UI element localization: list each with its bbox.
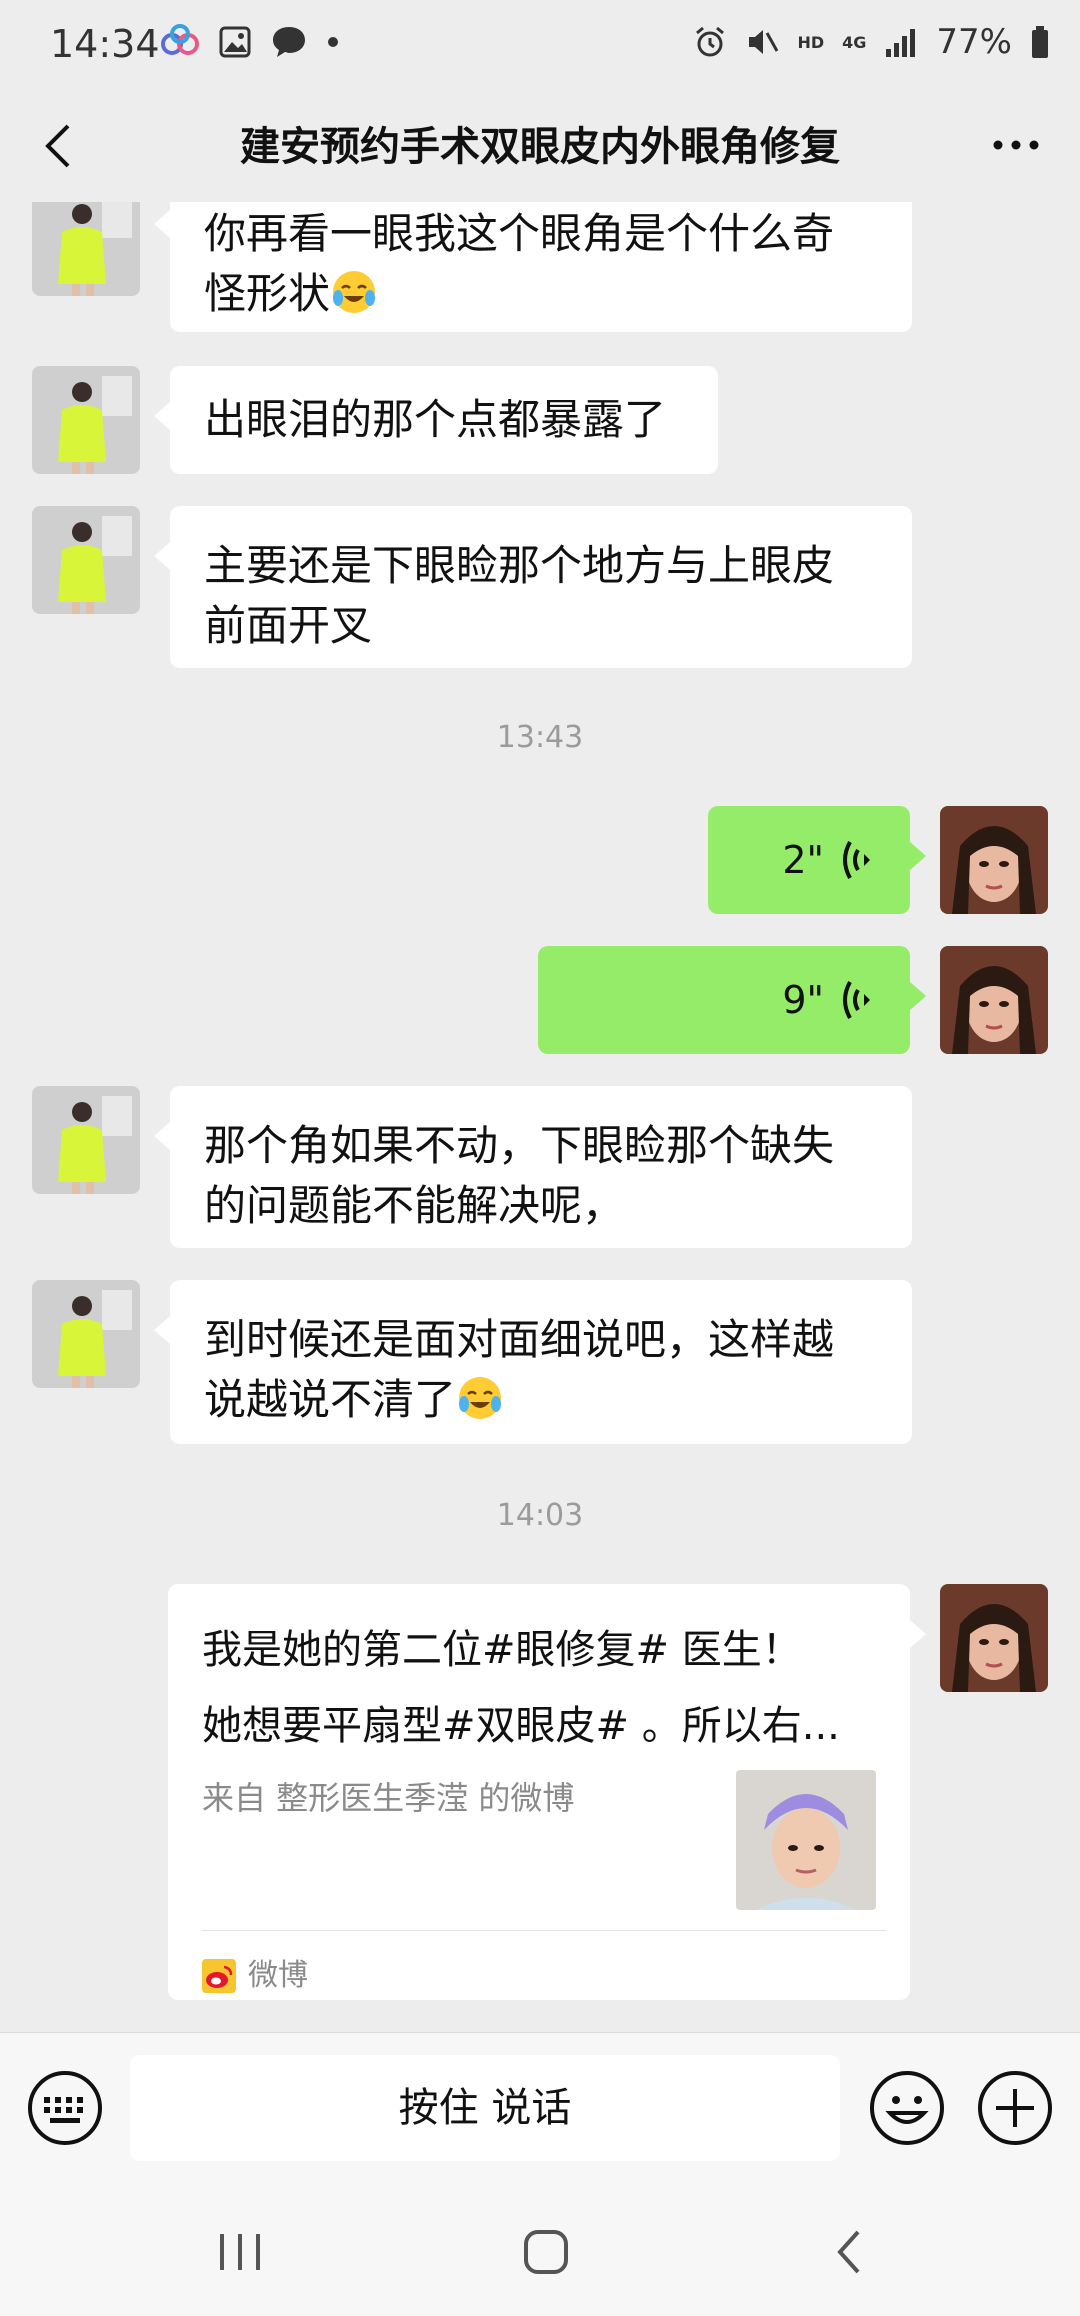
system-navigation-bar	[0, 2182, 1080, 2316]
network-indicator: 4G	[842, 32, 867, 52]
voice-message-bubble[interactable]: 9"	[538, 946, 926, 1054]
card-footer: 微博	[202, 1946, 308, 2006]
dot-icon	[328, 37, 338, 47]
contact-avatar[interactable]	[32, 366, 140, 474]
mute-icon	[749, 30, 779, 54]
message-text: 出眼泪的那个点都暴露了	[204, 395, 667, 444]
card-divider	[202, 1930, 886, 1931]
chat-screen: 14:34 HD 4G 77% 建安预约手术双眼皮内外眼角修复 你再看一眼我这个…	[0, 0, 1080, 2316]
message-bubble[interactable]: 你再看一眼我这个眼角是个什么奇 怪形状	[154, 202, 912, 332]
nav-back-icon[interactable]	[820, 2222, 880, 2282]
voice-wave-icon	[843, 841, 870, 879]
battery-icon	[1032, 26, 1048, 58]
hold-to-talk-button[interactable]: 按住 说话	[130, 2055, 840, 2161]
contact-avatar[interactable]	[32, 1086, 140, 1194]
cloud-app-icon	[161, 24, 199, 55]
message-icon	[273, 27, 305, 57]
card-title-line2: 她想要平扇型#双眼皮# 。所以右...	[202, 1703, 840, 1749]
message-text: 的问题能不能解决呢，	[204, 1181, 625, 1230]
message-text: 到时候还是面对面细说吧，这样越	[204, 1315, 835, 1364]
chat-header: 建安预约手术双眼皮内外眼角修复	[0, 92, 1080, 202]
crying-laughing-emoji-icon	[333, 271, 376, 313]
message-timestamp: 14:03	[496, 1498, 584, 1533]
voice-message-bubble[interactable]: 2"	[708, 806, 926, 914]
gallery-icon	[219, 26, 251, 58]
keyboard-toggle-icon[interactable]	[26, 2069, 104, 2147]
user-avatar[interactable]	[940, 946, 1048, 1054]
message-timestamp: 13:43	[496, 720, 584, 755]
alarm-icon	[696, 26, 725, 57]
message-text: 主要还是下眼睑那个地方与上眼皮	[204, 541, 835, 590]
contact-avatar[interactable]	[32, 1280, 140, 1388]
message-bubble[interactable]: 主要还是下眼睑那个地方与上眼皮 前面开叉	[154, 506, 912, 668]
card-thumbnail	[736, 1770, 876, 1910]
user-avatar[interactable]	[940, 806, 1048, 914]
message-list[interactable]: 你再看一眼我这个眼角是个什么奇 怪形状 出眼泪的那个点都暴露了 主要还是下眼睑那…	[0, 202, 1080, 2032]
message-text: 说越说不清了	[204, 1375, 457, 1424]
message-text: 怪形状	[204, 269, 331, 318]
status-bar: 14:34 HD 4G 77%	[0, 0, 1080, 92]
voice-duration: 2"	[782, 838, 824, 882]
battery-percent: 77%	[936, 22, 1012, 62]
recent-apps-icon[interactable]	[210, 2222, 270, 2282]
status-time: 14:34	[50, 22, 160, 66]
more-functions-plus-icon[interactable]	[976, 2069, 1054, 2147]
chat-title: 建安预约手术双眼皮内外眼角修复	[240, 124, 840, 170]
card-app-name: 微博	[248, 1958, 308, 1993]
message-text: 前面开叉	[204, 601, 373, 650]
message-bubble[interactable]: 到时候还是面对面细说吧，这样越 说越说不清了	[154, 1280, 912, 1444]
input-bar: 按住 说话	[0, 2032, 1080, 2182]
hd-indicator: HD	[797, 32, 825, 52]
message-bubble[interactable]: 那个角如果不动，下眼睑那个缺失 的问题能不能解决呢，	[154, 1086, 912, 1248]
back-arrow-icon[interactable]	[30, 116, 90, 176]
voice-wave-icon	[843, 981, 870, 1019]
contact-avatar[interactable]	[32, 506, 140, 614]
signal-icon	[886, 29, 916, 57]
shared-link-card[interactable]: 我是她的第二位#眼修复# 医生！ 她想要平扇型#双眼皮# 。所以右... 来自 …	[168, 1584, 926, 2000]
crying-laughing-emoji-icon	[459, 1377, 502, 1419]
message-text: 那个角如果不动，下眼睑那个缺失	[204, 1121, 835, 1170]
more-options-icon[interactable]	[986, 120, 1046, 170]
weibo-icon	[202, 1959, 236, 1993]
home-icon[interactable]	[516, 2222, 576, 2282]
message-bubble[interactable]: 出眼泪的那个点都暴露了	[154, 366, 718, 474]
message-text: 你再看一眼我这个眼角是个什么奇	[204, 209, 835, 258]
user-avatar[interactable]	[940, 1584, 1048, 1692]
emoji-picker-icon[interactable]	[868, 2069, 946, 2147]
card-title-line1: 我是她的第二位#眼修复# 医生！	[202, 1627, 802, 1673]
voice-duration: 9"	[782, 978, 824, 1022]
contact-avatar[interactable]	[32, 202, 140, 296]
